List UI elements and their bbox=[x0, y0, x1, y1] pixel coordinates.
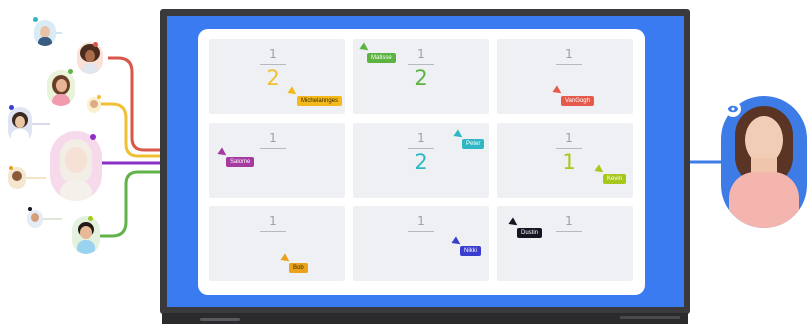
fraction-bar bbox=[260, 231, 286, 232]
fraction: 1 bbox=[554, 48, 584, 68]
numerator: 1 bbox=[565, 214, 573, 228]
fraction: 1 2 bbox=[258, 47, 288, 90]
student-avatar-3[interactable] bbox=[47, 70, 75, 106]
fraction-bar bbox=[556, 148, 582, 149]
student-tag-salome: Salome bbox=[226, 157, 255, 167]
numerator: 1 bbox=[417, 131, 425, 145]
student-tag-nikki: Nikki bbox=[460, 246, 481, 256]
fraction-bar bbox=[408, 64, 434, 65]
student-cell-6[interactable]: 1 1 bbox=[497, 123, 633, 198]
fraction-bar bbox=[408, 148, 434, 149]
student-tag-matisse: Matisse bbox=[367, 53, 396, 63]
fraction-bar bbox=[260, 64, 286, 65]
monitor-brand-mark bbox=[200, 318, 240, 321]
status-dot bbox=[93, 42, 98, 47]
student-cell-7[interactable]: 1 bbox=[209, 206, 345, 281]
status-dot bbox=[68, 69, 73, 74]
numerator: 1 bbox=[269, 131, 277, 145]
denominator: 2 bbox=[414, 150, 428, 174]
numerator: 1 bbox=[417, 47, 425, 61]
student-avatar-1[interactable] bbox=[34, 20, 56, 46]
fraction: 1 bbox=[258, 215, 288, 235]
fraction: 1 bbox=[258, 132, 288, 152]
fraction-bar bbox=[260, 148, 286, 149]
fraction: 1 bbox=[406, 215, 436, 235]
student-tag-vangogh: VanGogh bbox=[561, 96, 594, 106]
fraction: 1 2 bbox=[406, 131, 436, 174]
numerator: 1 bbox=[417, 214, 425, 228]
student-avatar-7[interactable] bbox=[8, 167, 26, 189]
numerator: 1 bbox=[269, 214, 277, 228]
student-cell-2[interactable]: 1 2 bbox=[353, 39, 489, 114]
monitor-logo bbox=[620, 316, 680, 319]
status-dot bbox=[88, 216, 93, 221]
denominator: 2 bbox=[414, 66, 428, 90]
student-avatar-2[interactable] bbox=[77, 42, 103, 74]
status-dot bbox=[90, 134, 96, 140]
numerator: 1 bbox=[565, 47, 573, 61]
student-avatar-4[interactable] bbox=[87, 97, 101, 113]
student-cell-8[interactable]: 1 bbox=[353, 206, 489, 281]
status-dot bbox=[9, 166, 13, 170]
student-avatar-5[interactable] bbox=[8, 107, 32, 143]
fraction: 1 2 bbox=[406, 47, 436, 90]
numerator: 1 bbox=[565, 131, 573, 145]
status-dot bbox=[28, 207, 32, 211]
status-dot bbox=[97, 95, 101, 99]
status-dot bbox=[9, 105, 14, 110]
student-tag-kevin: Kevin bbox=[603, 174, 627, 184]
denominator: 2 bbox=[266, 66, 280, 90]
fraction-bar bbox=[556, 64, 582, 65]
fraction-bar bbox=[408, 231, 434, 232]
student-tag-dustin: Dustin bbox=[517, 228, 543, 238]
student-avatar-8[interactable] bbox=[27, 210, 43, 228]
student-cell-9[interactable]: 1 bbox=[497, 206, 633, 281]
status-dot bbox=[33, 17, 38, 22]
monitor-bezel-bottom bbox=[162, 313, 688, 324]
fraction: 1 1 bbox=[554, 131, 584, 174]
student-avatar-6[interactable] bbox=[50, 131, 102, 201]
student-tag-peter: Peter bbox=[462, 139, 485, 149]
student-avatar-9[interactable] bbox=[72, 216, 100, 254]
student-tag-bob: Bob bbox=[289, 263, 308, 273]
fraction: 1 bbox=[554, 215, 584, 235]
denominator: 1 bbox=[562, 150, 576, 174]
eye-icon bbox=[725, 101, 741, 117]
fraction-bar bbox=[556, 231, 582, 232]
student-tag-michelannges: Michelannges bbox=[297, 96, 343, 106]
student-cell-5[interactable]: 1 2 bbox=[353, 123, 489, 198]
numerator: 1 bbox=[269, 47, 277, 61]
